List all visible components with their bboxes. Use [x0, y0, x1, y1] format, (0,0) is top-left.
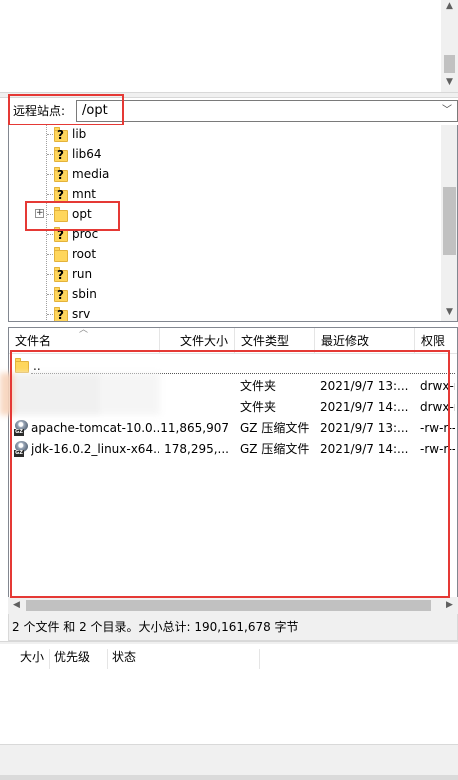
folder-icon: [54, 247, 68, 262]
unknown-folder-icon: ?: [54, 167, 68, 182]
scroll-right-icon[interactable]: ▶: [441, 597, 458, 614]
scroll-thumb[interactable]: [444, 20, 455, 46]
tree-item-label: srv: [72, 307, 91, 321]
chevron-down-icon[interactable]: ﹀: [440, 101, 454, 121]
unknown-folder-icon: ?: [54, 307, 68, 321]
tree-item-lib[interactable]: ? lib: [9, 125, 439, 144]
tree-item-label: root: [72, 247, 97, 261]
unknown-folder-icon: ?: [54, 287, 68, 302]
unknown-folder-icon: ?: [54, 127, 68, 142]
scroll-thumb-lower[interactable]: [444, 55, 455, 73]
transfer-queue: 大小 优先级 状态: [0, 644, 458, 744]
top-pane-scrollbar[interactable]: ▲ ▼: [441, 0, 458, 92]
tree-item-label: run: [72, 267, 93, 281]
tree-item-sbin[interactable]: ? sbin: [9, 284, 439, 304]
tree-item-run[interactable]: ? run: [9, 264, 439, 284]
tree-item-root[interactable]: root: [9, 244, 439, 264]
file-list-hscrollbar[interactable]: ◀ ▶: [8, 597, 458, 614]
highlight-file-list: [10, 350, 450, 598]
highlight-remote-site: [8, 94, 124, 126]
tree-item-lib64[interactable]: ? lib64: [9, 144, 439, 164]
tree-item-label: media: [72, 167, 110, 181]
tree-scrollbar[interactable]: ▼: [441, 125, 457, 321]
tree-item-label: lib64: [72, 147, 102, 161]
scroll-down-icon[interactable]: ▼: [441, 304, 457, 321]
unknown-folder-icon: ?: [54, 147, 68, 162]
file-list-status-bar: 2 个文件 和 2 个目录。大小总计: 190,161,678 字节: [8, 614, 458, 641]
highlight-opt-folder: [25, 201, 120, 231]
sort-ascending-icon: ︿: [79, 327, 89, 335]
unknown-folder-icon: ?: [54, 267, 68, 282]
hscroll-thumb[interactable]: [26, 600, 431, 611]
unknown-folder-icon: ?: [54, 187, 68, 202]
top-pane: ▲ ▼: [0, 0, 458, 92]
remote-site-path-combo[interactable]: /opt ﹀: [76, 100, 458, 122]
queue-column-priority[interactable]: 优先级: [50, 649, 108, 669]
tree-item-media[interactable]: ? media: [9, 164, 439, 184]
tree-item-label: lib: [72, 127, 87, 141]
tree-item-label: sbin: [72, 287, 97, 301]
tree-item-srv[interactable]: ? srv: [9, 304, 439, 321]
scroll-left-icon[interactable]: ◀: [8, 597, 25, 614]
tree-scroll-thumb[interactable]: [443, 187, 456, 255]
scroll-down-icon[interactable]: ▼: [441, 74, 458, 91]
queue-column-size[interactable]: 大小: [16, 649, 50, 669]
queue-column-status[interactable]: 状态: [108, 649, 260, 669]
status-summary: 2 个文件 和 2 个目录。大小总计: 190,161,678 字节: [12, 620, 299, 634]
window-bottom-border: [0, 775, 458, 780]
scroll-up-icon[interactable]: ▲: [441, 0, 458, 15]
